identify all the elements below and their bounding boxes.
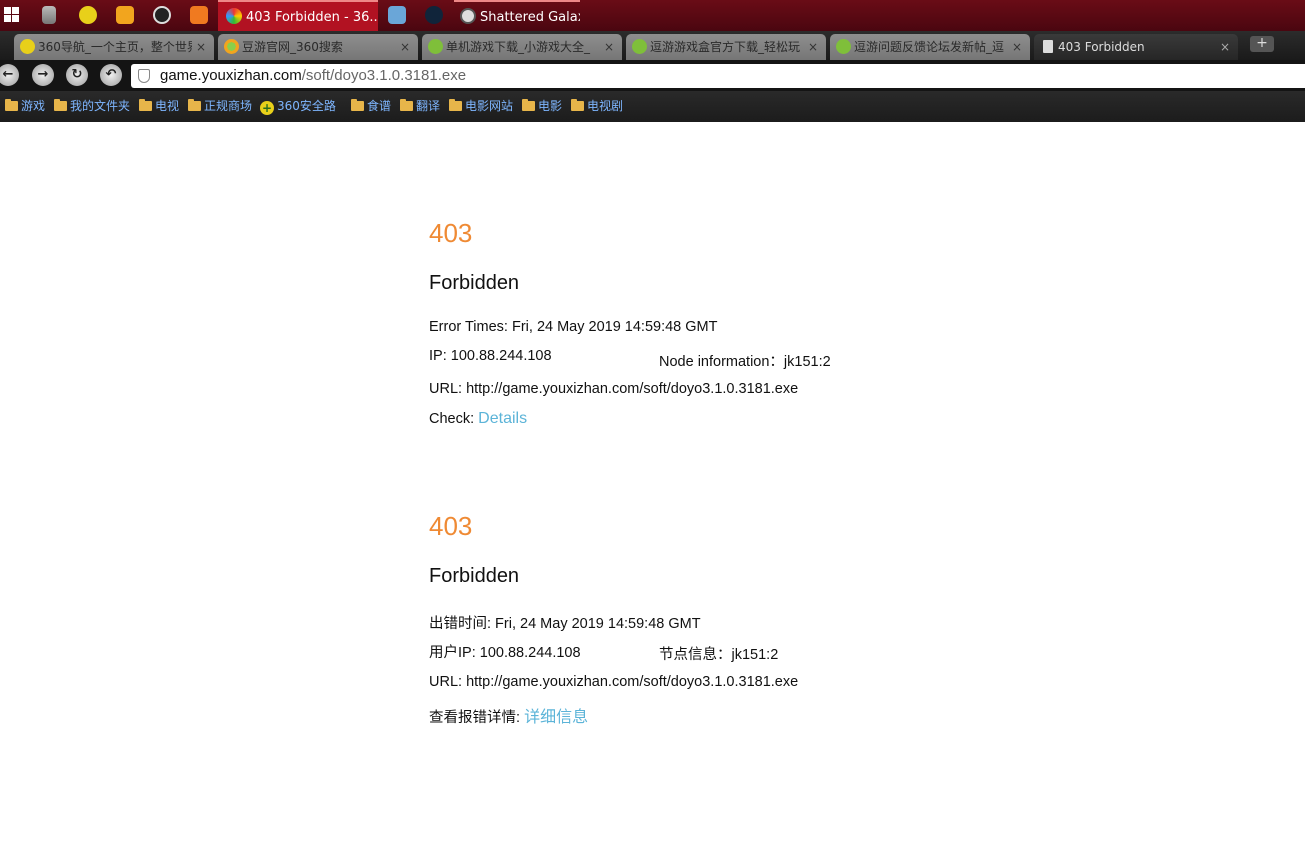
folder-icon — [5, 99, 18, 111]
tab-label: 360导航_一个主页，整个世界 — [38, 40, 192, 54]
bookmark-label: 电视 — [155, 99, 180, 113]
error-ip-zh: 用户IP: 100.88.244.108 — [429, 645, 581, 661]
bookmark-360-safe[interactable]: +360安全路 — [260, 98, 336, 115]
close-tab-icon[interactable]: × — [1012, 34, 1022, 60]
folder-icon — [522, 99, 535, 111]
error-node-zh: 节点信息：jk151:2 — [659, 647, 779, 663]
tab-label: 单机游戏下载_小游戏大全_ — [446, 40, 591, 54]
error-url: URL: http://game.youxizhan.com/soft/doyo… — [429, 381, 799, 397]
address-bar[interactable]: game.youxizhan.com/soft/doyo3.1.0.3181.e… — [131, 64, 1305, 88]
close-tab-icon[interactable]: × — [604, 34, 614, 60]
speedometer-icon[interactable] — [153, 6, 171, 24]
details-link-zh[interactable]: 详细信息 — [524, 709, 588, 726]
bookmark-movie-sites[interactable]: 电影网站 — [449, 98, 513, 114]
bookmark-label: 食谱 — [367, 99, 392, 113]
error-url-zh: URL: http://game.youxizhan.com/soft/doyo… — [429, 674, 799, 690]
folder-icon — [351, 99, 364, 111]
check-label-zh: 查看报错详情: — [429, 710, 525, 726]
tab-douyou-box[interactable]: 逗游游戏盒官方下载_轻松玩 × — [626, 34, 826, 60]
bookmark-my-folder[interactable]: 我的文件夹 — [54, 98, 130, 114]
douyou-icon — [428, 39, 443, 54]
bookmark-tv[interactable]: 电视 — [139, 98, 179, 114]
douyou-icon — [632, 39, 647, 54]
360-plus-icon — [20, 39, 35, 54]
360-browser-icon — [226, 8, 242, 24]
media-player-icon[interactable] — [116, 6, 134, 24]
shield-icon — [138, 69, 150, 83]
tab-douyou-forum[interactable]: 逗游问题反馈论坛发新帖_逗 × — [830, 34, 1030, 60]
bookmark-label: 游戏 — [21, 99, 46, 113]
close-tab-icon[interactable]: × — [1220, 34, 1230, 60]
taskbar-task-galaxy-label: Shattered Galaxy — [480, 10, 580, 25]
address-host: game.youxizhan.com — [160, 67, 302, 84]
forward-icon[interactable]: → — [32, 64, 54, 86]
taskbar: 403 Forbidden - 36... Shattered Galaxy — [0, 0, 1305, 31]
shattered-galaxy-icon — [460, 8, 476, 24]
bookmark-games[interactable]: 游戏 — [5, 98, 45, 114]
tab-strip: 360导航_一个主页，整个世界 × 豆游官网_360搜索 × 单机游戏下载_小游… — [0, 31, 1305, 60]
douyou-icon — [836, 39, 851, 54]
document-icon — [1043, 40, 1053, 53]
360-search-icon — [224, 39, 239, 54]
bookmark-label: 电影 — [538, 99, 563, 113]
error-code: 403 — [429, 218, 473, 248]
tab-single-games[interactable]: 单机游戏下载_小游戏大全_ × — [422, 34, 622, 60]
error-title: Forbidden — [429, 272, 520, 294]
error-check-zh: 查看报错详情: 详细信息 — [429, 703, 588, 727]
recycle-bin-icon[interactable] — [42, 6, 56, 24]
address-url[interactable]: game.youxizhan.com/soft/doyo3.1.0.3181.e… — [160, 64, 466, 88]
folder-icon — [571, 99, 584, 111]
close-tab-icon[interactable]: × — [400, 34, 410, 60]
close-tab-icon[interactable]: × — [196, 34, 206, 60]
tab-label: 逗游问题反馈论坛发新帖_逗 — [854, 40, 1005, 54]
tab-label: 403 Forbidden — [1058, 40, 1145, 54]
windows-start-icon[interactable] — [4, 7, 20, 23]
folder-icon — [139, 99, 152, 111]
folder-icon — [188, 99, 201, 111]
taskbar-task-browser[interactable]: 403 Forbidden - 36... — [218, 0, 378, 31]
tab-label: 逗游游戏盒官方下载_轻松玩 — [650, 40, 801, 54]
bookmark-translate[interactable]: 翻译 — [400, 98, 440, 114]
folder-icon — [54, 99, 67, 111]
folder-icon — [449, 99, 462, 111]
tab-360-nav[interactable]: 360导航_一个主页，整个世界 × — [14, 34, 214, 60]
check-label: Check: — [429, 411, 479, 427]
bookmark-movies[interactable]: 电影 — [522, 98, 562, 114]
tab-douyou-search[interactable]: 豆游官网_360搜索 × — [218, 34, 418, 60]
error-ip: IP: 100.88.244.108 — [429, 348, 552, 364]
360-plus-icon: + — [260, 101, 274, 115]
bookmark-recipes[interactable]: 食谱 — [351, 98, 391, 114]
bookmark-label: 360安全路 — [277, 99, 336, 113]
error-check: Check: Details — [429, 410, 527, 428]
new-tab-button[interactable]: + — [1250, 36, 1274, 52]
game-app-icon[interactable] — [190, 6, 208, 24]
bookmark-label: 正规商场 — [204, 99, 253, 113]
undo-close-icon[interactable]: ↶ — [100, 64, 122, 86]
refresh-icon[interactable]: ↻ — [66, 64, 88, 86]
network-app-icon[interactable] — [388, 6, 406, 24]
bookmarks-bar: 游戏 我的文件夹 电视 正规商场 +360安全路 食谱 翻译 电影网站 电影 电… — [0, 91, 1305, 122]
error-node: Node information：jk151:2 — [659, 354, 831, 370]
eclipse-app-icon[interactable] — [425, 6, 443, 24]
bookmark-label: 电影网站 — [465, 99, 514, 113]
taskbar-task-browser-label: 403 Forbidden - 36... — [246, 10, 378, 25]
back-icon[interactable]: ← — [0, 64, 19, 86]
bookmark-label: 翻译 — [416, 99, 441, 113]
bookmark-tv-series[interactable]: 电视剧 — [571, 98, 623, 114]
bookmark-label: 电视剧 — [587, 99, 624, 113]
details-link[interactable]: Details — [478, 410, 527, 427]
bookmark-label: 我的文件夹 — [70, 99, 131, 113]
error-time-zh: 出错时间: Fri, 24 May 2019 14:59:48 GMT — [429, 616, 701, 632]
bookmark-mall[interactable]: 正规商场 — [188, 98, 252, 114]
360-plus-icon[interactable] — [79, 6, 97, 24]
error-time: Error Times: Fri, 24 May 2019 14:59:48 G… — [429, 319, 718, 335]
error-code-zh: 403 — [429, 511, 473, 541]
close-tab-icon[interactable]: × — [808, 34, 818, 60]
tab-label: 豆游官网_360搜索 — [242, 40, 343, 54]
tab-403-forbidden[interactable]: 403 Forbidden × — [1034, 34, 1238, 60]
address-path: /soft/doyo3.1.0.3181.exe — [301, 67, 467, 84]
error-title-zh: Forbidden — [429, 565, 520, 587]
taskbar-task-shattered-galaxy[interactable]: Shattered Galaxy — [454, 0, 580, 31]
folder-icon — [400, 99, 413, 111]
